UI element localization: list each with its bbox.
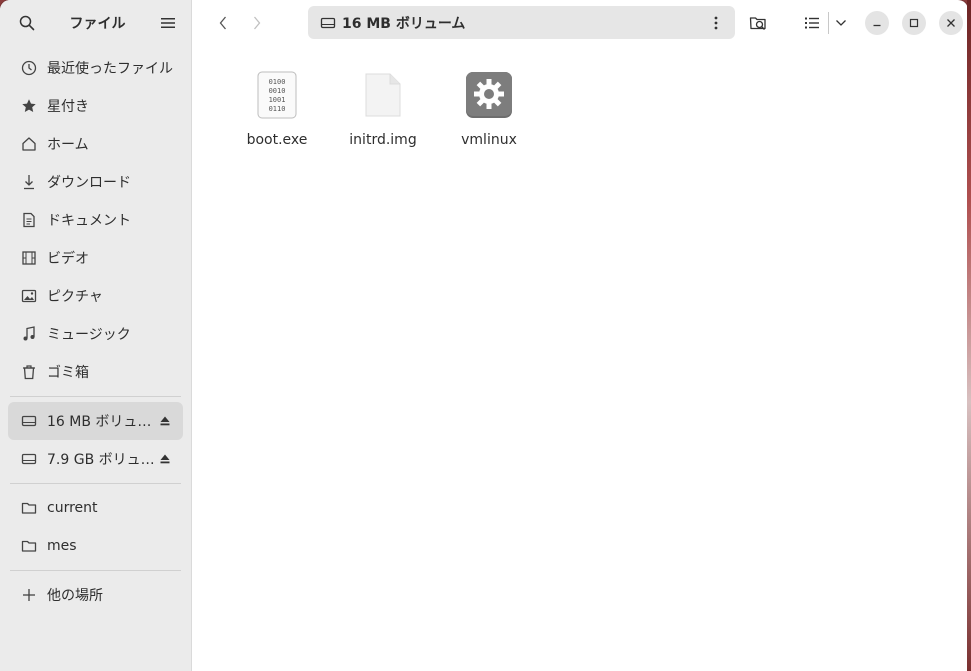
drive-icon [20,412,38,430]
file-name: vmlinux [461,132,517,148]
picture-icon [20,287,38,305]
close-button[interactable] [939,10,963,35]
sidebar-item-pictures[interactable]: ピクチャ [8,277,183,315]
folder-icon [20,499,38,517]
minimize-icon [873,24,881,26]
sidebar-item-trash[interactable]: ゴミ箱 [8,353,183,391]
sidebar-divider [10,483,181,484]
sidebar-item-downloads[interactable]: ダウンロード [8,163,183,201]
sidebar-divider [10,570,181,571]
view-divider [828,11,829,34]
drive-icon [320,17,336,28]
file-item-initrd-img[interactable]: initrd.img [330,69,436,148]
clock-icon [20,59,38,77]
sidebar-item-label: ピクチャ [47,289,103,305]
sidebar-item-other-locations[interactable]: 他の場所 [8,576,183,614]
sidebar-item-label: current [47,500,98,516]
view-toggle-group [797,8,852,38]
sidebar-item-label: 星付き [47,99,89,115]
sidebar-item-bookmark-current[interactable]: current [8,489,183,527]
main-pane: 16 MB ボリューム 0100 0010 1001 0110 boot.exe… [192,0,968,671]
hamburger-menu-icon [161,17,175,28]
sidebar-item-volume-16mb[interactable]: 16 MB ボリュ… [8,402,183,440]
sidebar-item-volume-7-9gb[interactable]: 7.9 GB ボリュ… [8,440,183,478]
sidebar-item-label: 7.9 GB ボリュ… [47,452,155,468]
sidebar-item-label: ビデオ [47,251,89,267]
chevron-down-icon [836,19,846,26]
file-item-vmlinux[interactable]: vmlinux [436,69,542,148]
trash-icon [20,363,38,381]
sidebar-item-documents[interactable]: ドキュメント [8,201,183,239]
sidebar-item-label: 16 MB ボリュ… [47,414,152,430]
drive-icon [20,450,38,468]
sidebar-item-music[interactable]: ミュージック [8,315,183,353]
list-view-icon [805,17,819,28]
sidebar-item-label: 最近使ったファイル [47,61,173,77]
executable-gear-icon [463,69,515,121]
eject-icon[interactable] [157,451,173,467]
sidebar-item-label: mes [47,538,77,554]
view-options-dropdown[interactable] [830,8,852,38]
folder-search-icon [749,16,766,30]
sidebar-item-label: ミュージック [47,327,131,343]
generic-file-icon [357,69,409,121]
plus-icon [20,586,38,604]
sidebar-item-label: ドキュメント [47,213,131,229]
maximize-icon [909,18,919,27]
main-menu-button[interactable] [157,12,179,34]
sidebar-item-starred[interactable]: 星付き [8,87,183,125]
sidebar-divider [10,396,181,397]
list-view-button[interactable] [797,8,827,38]
location-menu-button[interactable] [707,8,725,38]
star-icon [20,97,38,115]
vertical-dots-icon [714,16,718,29]
sidebar-item-bookmark-mes[interactable]: mes [8,527,183,565]
sidebar-header: ファイル [0,0,191,45]
sidebar-item-label: ゴミ箱 [47,365,89,381]
svg-text:0100: 0100 [269,78,286,86]
svg-text:0010: 0010 [269,87,286,95]
file-name: initrd.img [349,132,417,148]
desktop-background [967,0,971,671]
minimize-button[interactable] [865,10,889,35]
eject-icon[interactable] [157,413,173,429]
sidebar: ファイル 最近使ったファイル 星付き ホーム ダウンロード ドキュメント ビデオ… [0,0,192,671]
sidebar-item-label: 他の場所 [47,588,103,604]
sidebar-item-home[interactable]: ホーム [8,125,183,163]
folder-icon [20,537,38,555]
search-icon [19,15,35,30]
chevron-right-icon [254,16,261,29]
file-grid: 0100 0010 1001 0110 boot.exe initrd.img [192,45,968,671]
file-item-boot-exe[interactable]: 0100 0010 1001 0110 boot.exe [224,69,330,148]
svg-text:0110: 0110 [269,105,286,113]
download-icon [20,173,38,191]
binary-file-icon: 0100 0010 1001 0110 [251,69,303,121]
chevron-left-icon [219,16,226,29]
search-in-folder-button[interactable] [743,8,773,38]
film-icon [20,249,38,267]
maximize-button[interactable] [902,10,926,35]
svg-text:1001: 1001 [269,96,286,104]
search-button[interactable] [16,12,38,34]
sidebar-places: 最近使ったファイル 星付き ホーム ダウンロード ドキュメント ビデオ ピクチャ… [0,45,191,614]
sidebar-title: ファイル [69,15,126,32]
sidebar-item-recent[interactable]: 最近使ったファイル [8,49,183,87]
file-name: boot.exe [246,132,308,148]
sidebar-item-videos[interactable]: ビデオ [8,239,183,277]
close-icon [947,18,955,27]
back-button[interactable] [206,8,240,38]
header-bar: 16 MB ボリューム [192,0,968,45]
file-manager-window: ファイル 最近使ったファイル 星付き ホーム ダウンロード ドキュメント ビデオ… [0,0,968,671]
sidebar-item-label: ダウンロード [47,175,131,191]
document-icon [20,211,38,229]
forward-button[interactable] [240,8,274,38]
current-location-label: 16 MB ボリューム [342,15,466,32]
sidebar-item-label: ホーム [47,137,89,153]
home-icon [20,135,38,153]
music-icon [20,325,38,343]
location-pathbar[interactable]: 16 MB ボリューム [308,6,735,39]
